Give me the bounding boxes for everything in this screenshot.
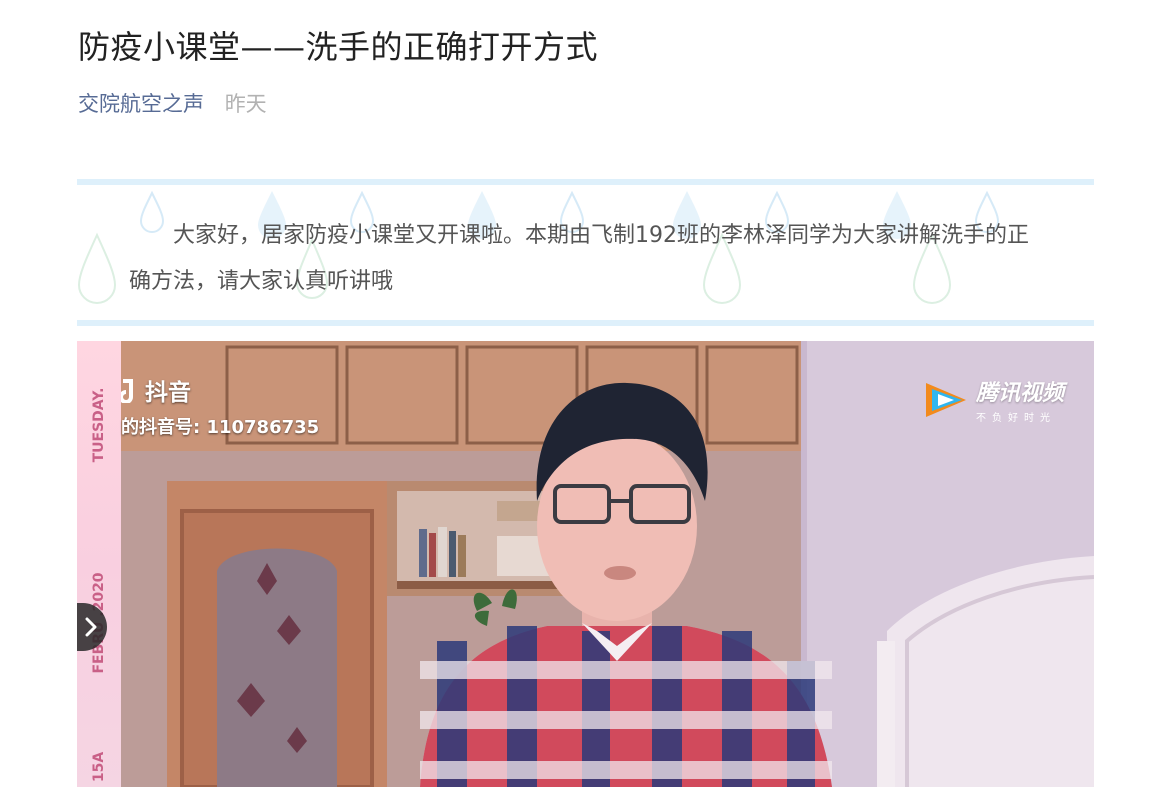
intro-bottom-border [77, 320, 1094, 326]
tencent-brand: 腾讯视频 [975, 381, 1064, 406]
intro-box: 大家好，居家防疫小课堂又开课啦。本期由飞制192班的李林泽同学为大家讲解洗手的正… [77, 179, 1094, 326]
tencent-video-icon [925, 382, 966, 417]
intro-paragraph: 大家好，居家防疫小课堂又开课啦。本期由飞制192班的李林泽同学为大家讲解洗手的正… [129, 223, 1029, 294]
chevron-right-icon [85, 617, 97, 637]
douyin-icon [121, 379, 133, 403]
douyin-id: 的抖音号: 110786735 [121, 417, 320, 438]
date-day: TUESDAY. [91, 387, 107, 463]
article-title: 防疫小课堂——洗手的正确打开方式 [78, 28, 599, 66]
tencent-watermark: 腾讯视频 不负好时光 [922, 375, 1064, 424]
video-player[interactable]: TUESDAY. FEBRU .2020 15A 抖音 的抖音号: 110786… [77, 341, 1094, 787]
author-link[interactable]: 交院航空之声 [78, 92, 204, 116]
date-day-number: 15A [91, 751, 107, 783]
article-meta: 交院航空之声 昨天 [78, 88, 267, 118]
tencent-slogan: 不负好时光 [975, 413, 1056, 424]
douyin-watermark: 抖音 的抖音号: 110786735 [121, 373, 319, 439]
douyin-brand: 抖音 [145, 380, 191, 406]
date-strip: TUESDAY. FEBRU .2020 15A [77, 341, 121, 787]
publish-date: 昨天 [224, 92, 267, 116]
